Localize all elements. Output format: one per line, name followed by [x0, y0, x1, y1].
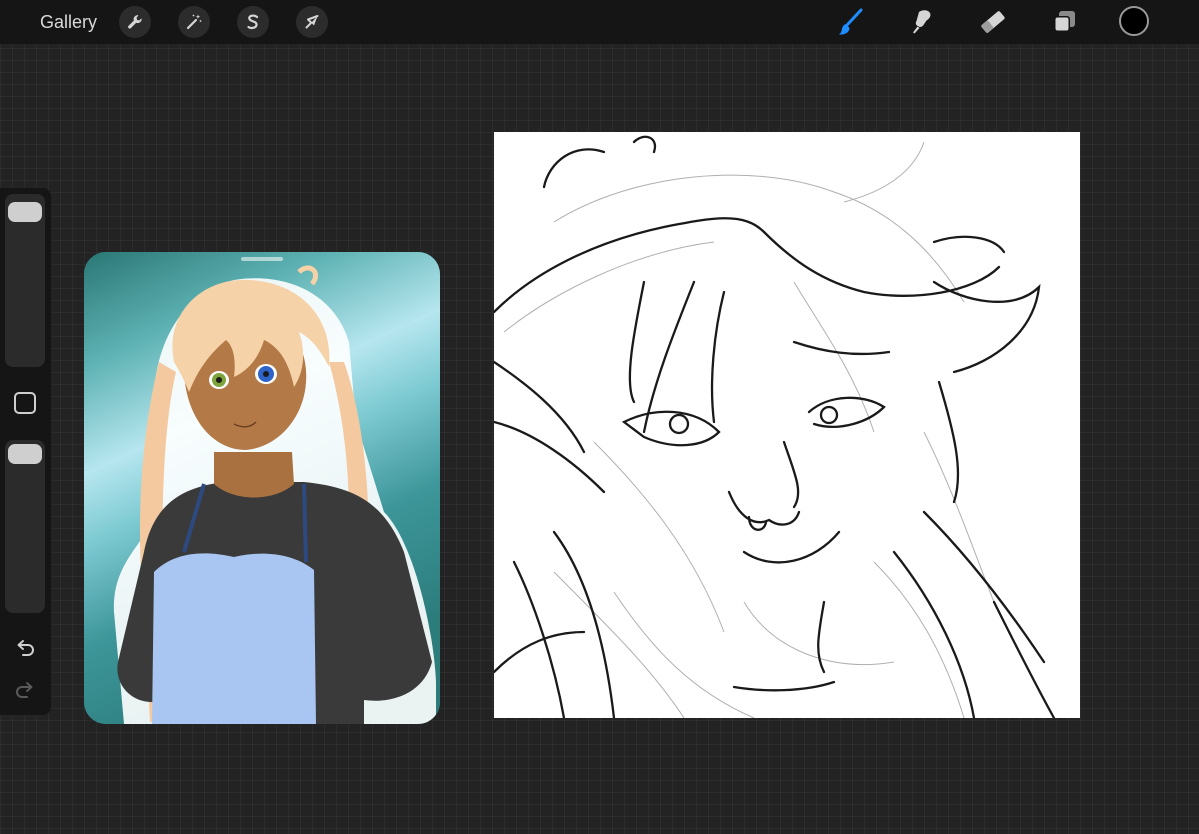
magic-wand-icon: [186, 14, 202, 30]
left-sidebar: [0, 188, 51, 715]
brush-size-thumb[interactable]: [8, 202, 42, 222]
selection-icon: [247, 14, 259, 30]
redo-icon[interactable]: [13, 678, 37, 702]
actions-button[interactable]: [119, 6, 151, 38]
brush-opacity-thumb[interactable]: [8, 444, 42, 464]
transform-arrow-icon: [305, 15, 319, 29]
undo-icon[interactable]: [13, 636, 37, 660]
modify-button[interactable]: [14, 392, 36, 414]
smudge-icon: [913, 10, 931, 34]
top-toolbar: Gallery: [0, 0, 1199, 44]
color-swatch-button[interactable]: [1119, 6, 1149, 36]
brush-size-slider[interactable]: [5, 194, 45, 367]
layers-button[interactable]: [1048, 6, 1080, 38]
wrench-icon: [128, 15, 142, 29]
brush-icon: [839, 8, 863, 35]
reference-illustration: [84, 252, 440, 724]
drawing-canvas[interactable]: [494, 132, 1080, 718]
reference-window-grabber[interactable]: [241, 257, 283, 261]
reference-window[interactable]: [84, 252, 440, 724]
selection-button[interactable]: [237, 6, 269, 38]
gallery-button[interactable]: Gallery: [40, 11, 97, 33]
eraser-icon: [981, 11, 1005, 33]
transform-button[interactable]: [296, 6, 328, 38]
sketch-drawing: [494, 135, 1056, 718]
layers-icon: [1054, 11, 1075, 32]
brush-opacity-slider[interactable]: [5, 440, 45, 613]
brush-tool-button[interactable]: [835, 6, 867, 38]
adjustments-button[interactable]: [178, 6, 210, 38]
eraser-tool-button[interactable]: [977, 6, 1009, 38]
smudge-tool-button[interactable]: [906, 6, 938, 38]
